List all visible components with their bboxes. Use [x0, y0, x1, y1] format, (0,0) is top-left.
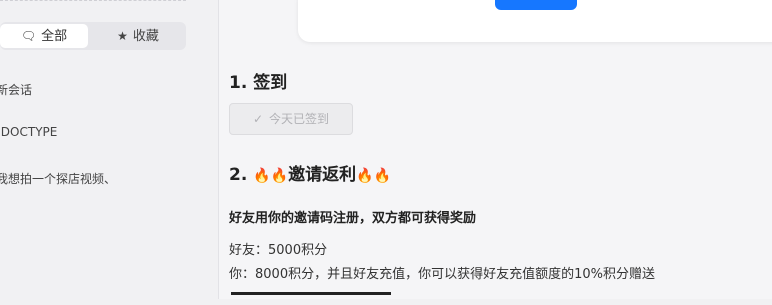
your-reward-text: 你：8000积分，并且好友充值，你可以获得好友充值额度的10%积分赠送	[229, 267, 655, 282]
divider	[0, 0, 186, 3]
tab-favorites[interactable]: ★ 收藏	[92, 24, 184, 48]
section-number: 2.	[229, 165, 254, 185]
invite-headline: 好友用你的邀请码注册，双方都可获得奖励	[229, 211, 477, 226]
conversation-item[interactable]: 新会话	[0, 81, 32, 98]
friend-reward-text: 好友：5000积分	[229, 243, 328, 258]
chat-icon: 🗨	[20, 29, 37, 43]
fire-icon: 🔥🔥	[253, 168, 289, 184]
tab-all[interactable]: 🗨 全部	[0, 24, 88, 48]
main-content: 1. 签到 ✓ 今天已签到 2. 🔥🔥邀请返利🔥🔥 好友用你的邀请码注册，双方都可…	[219, 0, 772, 299]
dialog-card	[298, 0, 772, 42]
conversation-item[interactable]: 我想拍一个探店视频、	[0, 170, 116, 187]
tab-all-label: 全部	[41, 29, 68, 44]
signed-in-button: ✓ 今天已签到	[229, 103, 353, 135]
star-icon: ★	[117, 29, 128, 43]
invite-title: 邀请返利	[288, 165, 357, 185]
check-icon: ✓	[252, 112, 264, 126]
tab-bar: 🗨 全部 ★ 收藏	[0, 22, 186, 50]
section-title-checkin: 1. 签到	[229, 73, 288, 93]
conversation-item[interactable]: !DOCTYPE	[0, 125, 57, 139]
section-title-invite: 2. 🔥🔥邀请返利🔥🔥	[229, 160, 391, 185]
signed-in-label: 今天已签到	[269, 112, 330, 126]
confirm-button[interactable]	[495, 0, 577, 10]
fire-icon: 🔥🔥	[356, 168, 391, 184]
sidebar: 🗨 全部 ★ 收藏 新会话 !DOCTYPE 我想拍一个探店视频、	[0, 0, 219, 299]
tab-favorites-label: 收藏	[132, 29, 159, 44]
